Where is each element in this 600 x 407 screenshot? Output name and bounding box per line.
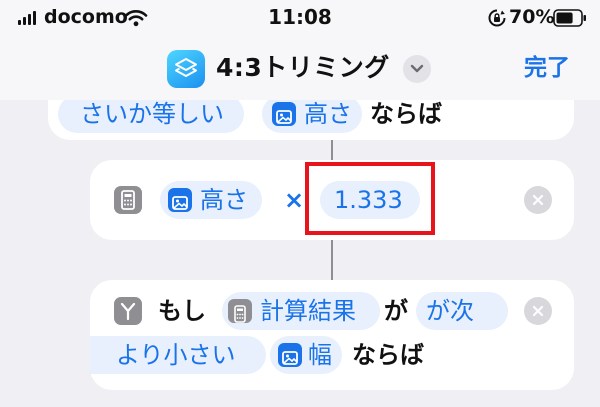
action-card-condition[interactable]: さいか等しい 高さ ならば	[48, 100, 574, 140]
chevron-down-icon	[410, 64, 424, 73]
remove-icon	[532, 305, 544, 317]
done-button[interactable]: 完了	[524, 52, 570, 84]
condition-token-continued[interactable]: より小さい	[90, 336, 266, 374]
battery-percentage: 70%	[509, 6, 555, 28]
condition-token[interactable]: さいか等しい	[58, 100, 244, 133]
condition-suffix-text: ならば	[370, 100, 442, 128]
remove-action-button[interactable]	[524, 297, 552, 325]
variable-token-label: 高さ	[200, 186, 248, 214]
condition-token-label: さいか等しい	[80, 100, 224, 128]
photo-variable-icon	[278, 343, 302, 367]
photo-variable-icon	[272, 102, 296, 126]
condition-token-label-2: より小さい	[116, 341, 236, 369]
variable-token-label: 幅	[308, 341, 332, 369]
action-card-if[interactable]: もし 計算結果 が が次 より小さい 幅 ならば	[90, 280, 574, 390]
shortcut-title[interactable]: 4:3トリミング	[216, 51, 390, 85]
if-suffix-text: ならば	[352, 341, 424, 369]
remove-action-button[interactable]	[524, 186, 552, 214]
status-bar: docomo 11:08 70%	[0, 0, 600, 36]
photo-variable-icon	[168, 188, 192, 212]
variable-token-width[interactable]: 幅	[270, 336, 342, 374]
shortcuts-app-icon	[167, 50, 205, 88]
flow-connector-line	[331, 240, 333, 280]
title-menu-button[interactable]	[403, 55, 431, 83]
condition-token[interactable]: が次	[416, 292, 508, 330]
calc-result-label: 計算結果	[260, 297, 356, 325]
calculator-icon	[228, 299, 252, 323]
highlight-annotation-box	[305, 162, 435, 235]
top-bar: docomo 11:08 70% 4:3トリミング 完了	[0, 0, 600, 100]
if-prefix-text: もし	[158, 297, 206, 325]
navigation-bar: 4:3トリミング 完了	[0, 36, 600, 100]
actions-scroll-area[interactable]: さいか等しい 高さ ならば 高さ × 1.333 もし 計算結果 が が次 より…	[0, 100, 600, 407]
flow-connector-line	[331, 140, 333, 160]
condition-token-label-1: が次	[426, 297, 474, 325]
variable-token-height[interactable]: 高さ	[262, 100, 362, 133]
if-ga-text: が	[384, 297, 408, 325]
variable-token-label: 高さ	[304, 100, 352, 128]
calc-result-token[interactable]: 計算結果	[222, 292, 380, 330]
operator-token[interactable]: ×	[284, 181, 304, 219]
variable-token-height[interactable]: 高さ	[160, 181, 262, 219]
rotation-lock-icon	[488, 9, 506, 27]
if-branch-icon	[114, 297, 142, 325]
battery-icon	[553, 9, 586, 27]
remove-icon	[532, 194, 544, 206]
calculator-icon	[114, 186, 142, 214]
